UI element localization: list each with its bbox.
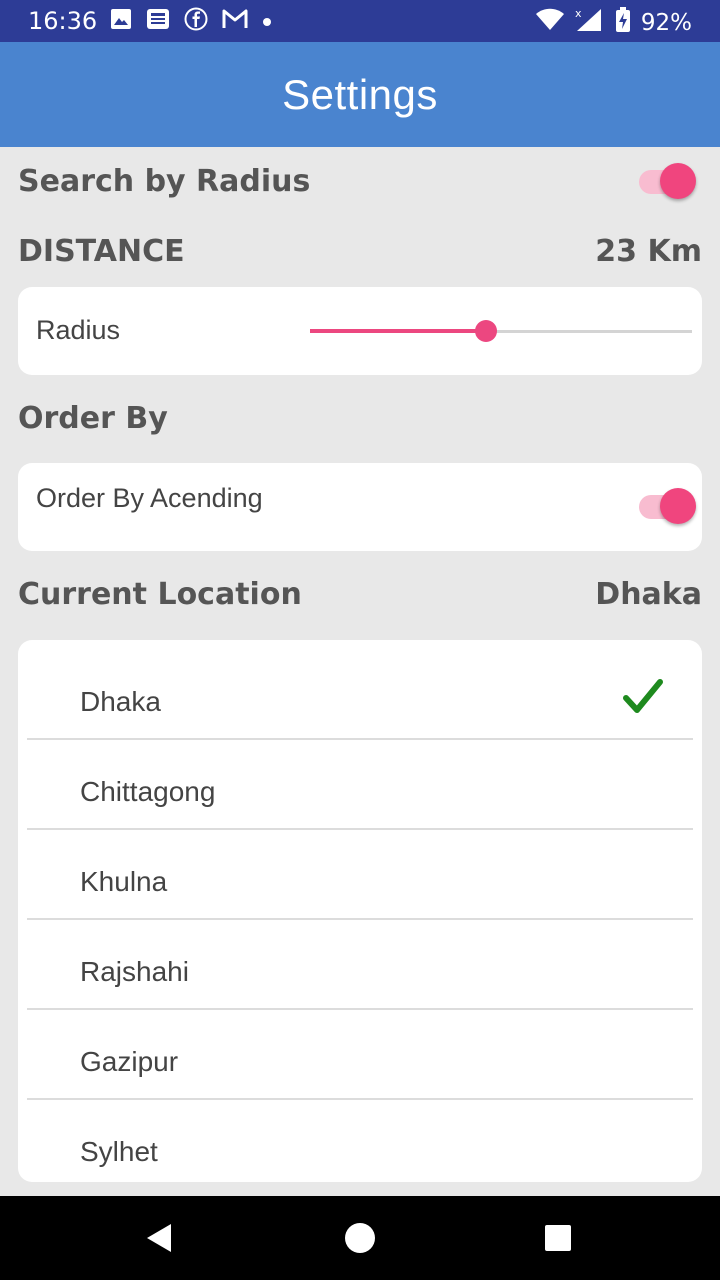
page-title: Settings [282,71,438,118]
location-name: Dhaka [80,686,161,717]
distance-header: DISTANCE 23 Km [18,234,702,269]
order-by-ascending-toggle[interactable] [639,487,697,527]
toggle-thumb [660,488,696,524]
location-item[interactable]: Chittagong [27,738,693,830]
recents-icon [545,1225,571,1251]
location-list: Dhaka Chittagong Khulna Rajshahi Gazipur… [18,640,702,1182]
svg-text:x: x [575,7,582,20]
toggle-thumb [660,163,696,199]
location-name: Chittagong [80,776,216,807]
location-name: Khulna [80,866,168,897]
order-by-heading: Order By [18,401,168,436]
order-by-ascending-label: Order By Acending [36,483,263,513]
signal-icon: x [575,7,605,39]
battery-percent: 92% [640,10,692,36]
image-icon [110,8,132,34]
home-icon [345,1223,375,1253]
search-by-radius-label: Search by Radius [18,164,311,199]
back-button[interactable] [110,1196,210,1280]
order-by-card: Order By Acending [18,463,702,551]
distance-heading: DISTANCE [18,234,185,269]
recents-button[interactable] [508,1196,608,1280]
current-location-header: Current Location Dhaka [18,577,702,612]
radius-slider[interactable] [310,320,692,342]
home-button[interactable] [310,1196,410,1280]
wifi-icon [535,8,565,38]
location-item[interactable]: Gazipur [27,1008,693,1100]
notification-icons [110,7,286,35]
location-name: Sylhet [80,1136,158,1167]
current-location-value: Dhaka [595,577,702,612]
status-bar: 16:36 x 92% [0,0,720,42]
facebook-icon [184,7,208,35]
status-time: 16:36 [28,7,98,35]
search-by-radius-row: Search by Radius [18,164,702,199]
battery-charging-icon [615,7,631,39]
checkmark-icon [623,678,663,720]
location-item[interactable]: Sylhet [27,1098,693,1182]
back-icon [147,1224,171,1252]
radius-card: Radius [18,287,702,375]
slider-fill [310,329,486,333]
dot-icon [262,12,272,31]
location-name: Rajshahi [80,956,189,987]
location-item[interactable]: Dhaka [27,648,693,740]
navigation-bar [0,1196,720,1280]
radius-label: Radius [36,315,121,345]
distance-value: 23 Km [595,234,702,269]
system-icons: x 92% [525,7,692,39]
news-icon [146,8,170,34]
current-location-heading: Current Location [18,577,302,612]
search-by-radius-toggle[interactable] [639,162,697,202]
order-by-header: Order By [18,401,702,436]
location-name: Gazipur [80,1046,179,1077]
gmail-icon [222,8,248,34]
location-item[interactable]: Khulna [27,828,693,920]
app-bar: Settings [0,42,720,147]
slider-knob[interactable] [474,320,497,342]
location-item[interactable]: Rajshahi [27,918,693,1010]
